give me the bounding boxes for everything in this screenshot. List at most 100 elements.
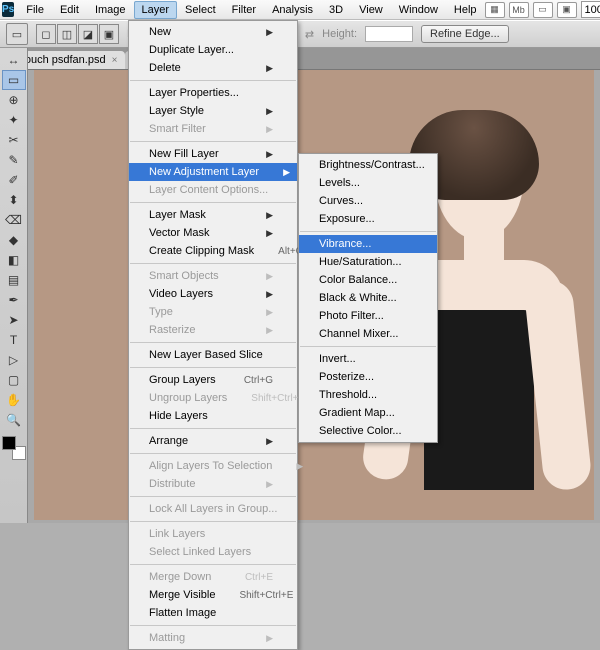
menu-separator — [130, 428, 296, 429]
tool-slot-8[interactable]: ⌫ — [2, 210, 26, 230]
foreground-color-swatch[interactable] — [2, 436, 16, 450]
menu-item-label: New — [149, 26, 171, 38]
menu-item[interactable]: New Adjustment Layer ▶ — [129, 163, 297, 181]
menu-item-label: Brightness/Contrast... — [319, 159, 425, 171]
menu-window[interactable]: Window — [391, 1, 446, 19]
menu-item[interactable]: Curves... — [299, 192, 437, 210]
tool-slot-11[interactable]: ▤ — [2, 270, 26, 290]
menu-item[interactable]: Create Clipping MaskAlt+Ctrl+G — [129, 242, 297, 260]
view-extras-icon[interactable]: ▭ — [533, 2, 553, 18]
menu-analysis[interactable]: Analysis — [264, 1, 321, 19]
tool-slot-5[interactable]: ✎ — [2, 150, 26, 170]
menu-item[interactable]: Group LayersCtrl+G — [129, 371, 297, 389]
menu-item[interactable]: Vibrance... — [299, 235, 437, 253]
menu-item[interactable]: New Layer Based Slice — [129, 346, 297, 364]
submenu-arrow-icon: ▶ — [266, 307, 273, 318]
mini-bridge-icon[interactable]: Mb — [509, 2, 529, 18]
menu-item: Select Linked Layers — [129, 543, 297, 561]
menu-item[interactable]: New Fill Layer▶ — [129, 145, 297, 163]
menu-3d[interactable]: 3D — [321, 1, 351, 19]
menu-item-label: Color Balance... — [319, 274, 397, 286]
tool-slot-18[interactable]: 🔍 — [2, 410, 26, 430]
menu-item[interactable]: Levels... — [299, 174, 437, 192]
menu-item[interactable]: Merge VisibleShift+Ctrl+E — [129, 586, 297, 604]
menu-item[interactable]: Selective Color... — [299, 422, 437, 440]
menu-item[interactable]: Exposure... — [299, 210, 437, 228]
tool-slot-3[interactable]: ✦ — [2, 110, 26, 130]
menu-item[interactable]: Video Layers▶ — [129, 285, 297, 303]
menu-item[interactable]: Vector Mask▶ — [129, 224, 297, 242]
menu-item[interactable]: Brightness/Contrast... — [299, 156, 437, 174]
menu-item[interactable]: Hide Layers — [129, 407, 297, 425]
menu-item: Layer Content Options... — [129, 181, 297, 199]
menu-item[interactable]: Black & White... — [299, 289, 437, 307]
tool-slot-1[interactable]: ▭ — [2, 70, 26, 90]
color-swatches[interactable] — [2, 436, 26, 460]
tool-slot-6[interactable]: ✐ — [2, 170, 26, 190]
submenu-arrow-icon: ▶ — [266, 289, 273, 300]
tool-slot-2[interactable]: ⊕ — [2, 90, 26, 110]
submenu-arrow-icon: ▶ — [266, 325, 273, 336]
tool-slot-12[interactable]: ✒ — [2, 290, 26, 310]
menu-item[interactable]: Invert... — [299, 350, 437, 368]
menu-help[interactable]: Help — [446, 1, 485, 19]
menu-item-label: Flatten Image — [149, 607, 216, 619]
launch-bridge-icon[interactable]: ▦ — [485, 2, 505, 18]
menu-item[interactable]: Layer Properties... — [129, 84, 297, 102]
swap-icon[interactable]: ⇄ — [305, 28, 314, 41]
menu-item[interactable]: Flatten Image — [129, 604, 297, 622]
refine-edge-button[interactable]: Refine Edge... — [421, 25, 509, 43]
menu-item: Smart Filter▶ — [129, 120, 297, 138]
tool-slot-17[interactable]: ✋ — [2, 390, 26, 410]
menu-item[interactable]: Arrange▶ — [129, 432, 297, 450]
menu-item[interactable]: Duplicate Layer... — [129, 41, 297, 59]
menu-item[interactable]: Channel Mixer... — [299, 325, 437, 343]
appbar-right: ▦ Mb ▭ ▣ 100%▾ ▦ ESSENTIALS▾ — [485, 1, 600, 18]
menu-item[interactable]: Photo Filter... — [299, 307, 437, 325]
screen-mode-icon[interactable]: ▣ — [557, 2, 577, 18]
menu-item[interactable]: Threshold... — [299, 386, 437, 404]
selection-subtract-icon[interactable]: ◪ — [78, 24, 98, 44]
selection-intersect-icon[interactable]: ▣ — [99, 24, 119, 44]
tool-slot-15[interactable]: ▷ — [2, 350, 26, 370]
height-field[interactable] — [365, 26, 413, 42]
menu-separator — [130, 564, 296, 565]
menu-layer[interactable]: Layer — [134, 1, 178, 19]
tool-slot-14[interactable]: T — [2, 330, 26, 350]
submenu-arrow-icon: ▶ — [283, 167, 290, 178]
menu-filter[interactable]: Filter — [224, 1, 264, 19]
menu-item[interactable]: Color Balance... — [299, 271, 437, 289]
zoom-select[interactable]: 100%▾ — [581, 1, 600, 18]
tool-slot-13[interactable]: ➤ — [2, 310, 26, 330]
menu-view[interactable]: View — [351, 1, 391, 19]
menu-item[interactable]: Layer Style▶ — [129, 102, 297, 120]
submenu-arrow-icon: ▶ — [266, 63, 273, 74]
submenu-arrow-icon: ▶ — [266, 124, 273, 135]
tool-slot-16[interactable]: ▢ — [2, 370, 26, 390]
current-tool-preset[interactable]: ▭ — [6, 23, 28, 45]
menu-item-label: Rasterize — [149, 324, 195, 336]
menu-item-label: Merge Visible — [149, 589, 215, 601]
tool-slot-0[interactable]: ↔ — [2, 50, 26, 70]
menu-item[interactable]: New▶ — [129, 23, 297, 41]
menu-item: Merge DownCtrl+E — [129, 568, 297, 586]
menu-select[interactable]: Select — [177, 1, 224, 19]
menu-item-label: Distribute — [149, 478, 195, 490]
selection-new-icon[interactable]: ◻ — [36, 24, 56, 44]
menu-item[interactable]: Delete▶ — [129, 59, 297, 77]
menu-item[interactable]: Layer Mask▶ — [129, 206, 297, 224]
menu-item[interactable]: Gradient Map... — [299, 404, 437, 422]
close-icon[interactable]: × — [112, 55, 118, 66]
menu-file[interactable]: File — [18, 1, 52, 19]
menu-item: Matting▶ — [129, 629, 297, 647]
menu-image[interactable]: Image — [87, 1, 134, 19]
selection-add-icon[interactable]: ◫ — [57, 24, 77, 44]
tool-slot-9[interactable]: ◆ — [2, 230, 26, 250]
menu-edit[interactable]: Edit — [52, 1, 87, 19]
menu-item[interactable]: Hue/Saturation... — [299, 253, 437, 271]
menu-item-label: New Adjustment Layer — [149, 166, 259, 178]
tool-slot-7[interactable]: ⬍ — [2, 190, 26, 210]
tool-slot-4[interactable]: ✂ — [2, 130, 26, 150]
menu-item[interactable]: Posterize... — [299, 368, 437, 386]
tool-slot-10[interactable]: ◧ — [2, 250, 26, 270]
